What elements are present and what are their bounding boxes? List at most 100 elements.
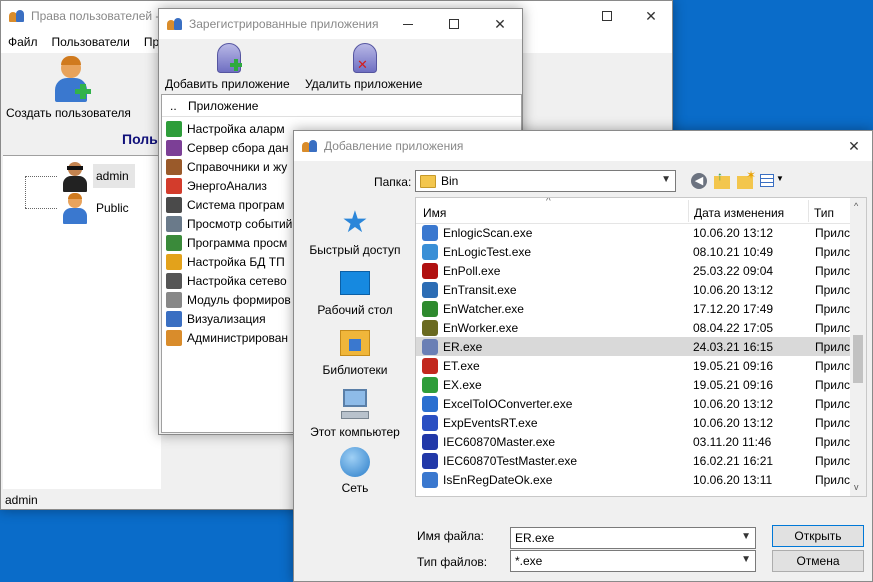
file-row[interactable]: IEC60870Master.exe 03.11.20 11:46 Прилс bbox=[416, 432, 852, 451]
menu-users[interactable]: Пользователи bbox=[45, 35, 137, 49]
scroll-up-icon[interactable]: ^ bbox=[854, 201, 858, 211]
user-item-public[interactable]: Public bbox=[59, 192, 139, 224]
filetype-label: Тип файлов: bbox=[417, 555, 488, 569]
place-libraries[interactable]: Библиотеки bbox=[295, 327, 415, 377]
file-row[interactable]: ER.exe 24.03.21 16:15 Прилс bbox=[416, 337, 852, 356]
file-row[interactable]: IsEnRegDateOk.exe 10.06.20 13:11 Прилс bbox=[416, 470, 852, 489]
remove-application-icon: ✕ bbox=[351, 43, 381, 75]
file-date: 19.05.21 09:16 bbox=[693, 358, 774, 373]
scroll-down-icon[interactable]: v bbox=[854, 482, 859, 492]
exe-file-icon bbox=[422, 243, 438, 260]
file-type: Прилс bbox=[815, 320, 851, 335]
up-folder-button[interactable]: ↑ bbox=[714, 169, 732, 190]
status-text: admin bbox=[5, 493, 38, 507]
apps-minimize-button[interactable] bbox=[385, 9, 431, 39]
dialog-title: Добавление приложения bbox=[324, 139, 464, 153]
exe-file-icon bbox=[422, 395, 438, 412]
file-name: EnlogicScan.exe bbox=[443, 225, 533, 240]
new-folder-icon: ✶ bbox=[737, 168, 756, 189]
file-name: EX.exe bbox=[443, 377, 482, 392]
users-close-button[interactable]: ✕ bbox=[628, 1, 674, 31]
file-row[interactable]: EnWatcher.exe 17.12.20 17:49 Прилс bbox=[416, 299, 852, 318]
folder-combo[interactable]: Bin ▼ bbox=[415, 170, 676, 192]
sort-up-icon: ^ bbox=[546, 197, 551, 207]
dialog-close-button[interactable]: ✕ bbox=[834, 131, 873, 161]
file-row[interactable]: EX.exe 19.05.21 09:16 Прилс bbox=[416, 375, 852, 394]
create-user-button[interactable]: Создать пользователя bbox=[3, 56, 143, 122]
apps-window-title: Зарегистрированные приложения bbox=[189, 17, 379, 31]
new-folder-button[interactable]: ✶ bbox=[737, 168, 756, 190]
scrollbar-thumb[interactable] bbox=[853, 335, 863, 383]
open-button[interactable]: Открыть bbox=[772, 525, 864, 547]
file-date: 17.12.20 17:49 bbox=[693, 301, 774, 316]
remove-application-label: Удалить приложение bbox=[305, 77, 423, 91]
col-date[interactable]: Дата изменения bbox=[694, 206, 784, 220]
add-application-button[interactable]: Добавить приложение bbox=[163, 41, 295, 93]
open-button-label: Открыть bbox=[794, 529, 842, 543]
apps-maximize-button[interactable] bbox=[431, 9, 477, 39]
file-row[interactable]: EnPoll.exe 25.03.22 09:04 Прилс bbox=[416, 261, 852, 280]
users-maximize-button[interactable] bbox=[584, 1, 630, 31]
file-type: Прилс bbox=[815, 396, 851, 411]
col-name[interactable]: Имя bbox=[423, 206, 446, 220]
dialog-window-icon bbox=[302, 138, 318, 154]
application-icon bbox=[166, 272, 182, 289]
place-label: Быстрый доступ bbox=[309, 243, 401, 257]
apps-titlebar[interactable]: Зарегистрированные приложения ✕ bbox=[159, 9, 522, 39]
places-bar: ★ Быстрый доступ Рабочий стол Библиотеки… bbox=[295, 197, 415, 497]
file-row[interactable]: EnTransit.exe 10.06.20 13:12 Прилс bbox=[416, 280, 852, 299]
file-row[interactable]: IEC60870TestMaster.exe 16.02.21 16:21 Прил… bbox=[416, 451, 852, 470]
back-arrow-icon: ◀ bbox=[691, 173, 707, 189]
filetype-combo[interactable]: *.exe ▼ bbox=[510, 550, 756, 572]
exe-file-icon bbox=[422, 471, 438, 488]
public-avatar-icon bbox=[61, 192, 89, 224]
file-list-scrollbar[interactable]: ^ v bbox=[850, 198, 866, 496]
cancel-button[interactable]: Отмена bbox=[772, 550, 864, 572]
col-application[interactable]: Приложение bbox=[188, 99, 258, 113]
application-icon bbox=[166, 158, 182, 175]
apps-close-button[interactable]: ✕ bbox=[477, 9, 523, 39]
desktop-icon bbox=[340, 271, 370, 295]
file-date: 25.03.22 09:04 bbox=[693, 263, 774, 278]
file-row[interactable]: ExcelToIOConverter.exe 10.06.20 13:12 Прил… bbox=[416, 394, 852, 413]
application-icon bbox=[166, 139, 182, 156]
folder-icon bbox=[420, 174, 436, 188]
file-type: Прилс bbox=[815, 377, 851, 392]
exe-file-icon bbox=[422, 338, 438, 355]
filename-combo[interactable]: ER.exe ▼ bbox=[510, 527, 756, 549]
file-row[interactable]: EnWorker.exe 08.04.22 17:05 Прилс bbox=[416, 318, 852, 337]
place-quick-access[interactable]: ★ Быстрый доступ bbox=[295, 207, 415, 258]
network-globe-icon bbox=[340, 447, 370, 477]
file-date: 10.06.20 13:12 bbox=[693, 415, 774, 430]
file-row[interactable]: EnlogicScan.exe 10.06.20 13:12 Прилс bbox=[416, 223, 852, 242]
create-user-label: Создать пользователя bbox=[6, 106, 131, 120]
file-list: ^ Имя Дата изменения Тип EnlogicScan.exe… bbox=[415, 197, 867, 497]
dialog-titlebar[interactable]: Добавление приложения ✕ bbox=[294, 131, 872, 161]
back-button[interactable]: ◀ bbox=[691, 173, 709, 191]
file-name: ExpEventsRT.exe bbox=[443, 415, 538, 430]
add-application-icon bbox=[215, 43, 245, 75]
app-list-item-label: Администрирован bbox=[187, 330, 289, 345]
menu-file[interactable]: Файл bbox=[1, 35, 45, 49]
file-row[interactable]: ET.exe 19.05.21 09:16 Прилс bbox=[416, 356, 852, 375]
exe-file-icon bbox=[422, 357, 438, 374]
view-menu-button[interactable]: ▼ bbox=[760, 172, 786, 190]
place-this-pc[interactable]: Этот компьютер bbox=[295, 387, 415, 439]
file-type: Прилс bbox=[815, 358, 851, 373]
app-list-item-label: Визуализация bbox=[187, 311, 266, 326]
file-row[interactable]: ExpEventsRT.exe 10.06.20 13:12 Прилс bbox=[416, 413, 852, 432]
user-item-admin[interactable]: admin bbox=[59, 160, 139, 192]
folder-value: Bin bbox=[441, 174, 459, 188]
file-name: EnTransit.exe bbox=[443, 282, 517, 297]
filename-value[interactable]: ER.exe bbox=[515, 531, 554, 545]
application-icon bbox=[166, 120, 182, 137]
place-network[interactable]: Сеть bbox=[295, 447, 415, 495]
users-window-title: Права пользователей - bbox=[31, 9, 160, 23]
col-type[interactable]: Тип bbox=[814, 206, 834, 220]
place-label: Библиотеки bbox=[322, 363, 388, 377]
remove-application-button[interactable]: ✕ Удалить приложение bbox=[301, 41, 429, 93]
place-desktop[interactable]: Рабочий стол bbox=[295, 267, 415, 317]
file-type: Прилс bbox=[815, 472, 851, 487]
file-row[interactable]: EnLogicTest.exe 08.10.21 10:49 Прилс bbox=[416, 242, 852, 261]
file-date: 24.03.21 16:15 bbox=[693, 339, 774, 354]
